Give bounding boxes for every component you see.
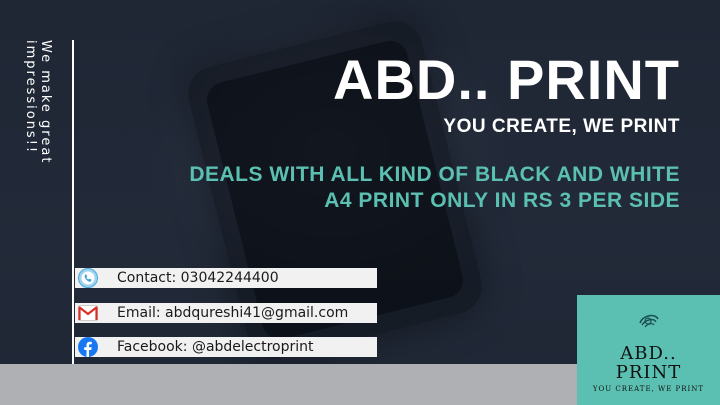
contact-facebook-text: Facebook: @abdelectroprint	[117, 339, 314, 355]
flyer: We make great impressions!! ABD.. PRINT …	[0, 0, 720, 405]
contact-email-text: Email: abdqureshi41@gmail.com	[117, 305, 349, 321]
phone-icon	[75, 268, 101, 288]
deal-line-1: DEALS WITH ALL KIND OF BLACK AND WHITE	[189, 163, 680, 186]
contact-phone-text: Contact: 03042244400	[117, 270, 279, 286]
deal-text: DEALS WITH ALL KIND OF BLACK AND WHITE A…	[189, 162, 680, 214]
vertical-tagline: We make great impressions!!	[23, 40, 53, 280]
contact-row-phone: Contact: 03042244400	[75, 268, 377, 288]
contact-row-facebook: Facebook: @abdelectroprint	[75, 337, 377, 357]
brand-title: ABD.. PRINT	[333, 48, 680, 111]
facebook-icon	[75, 337, 101, 357]
deal-line-2: A4 PRINT ONLY IN RS 3 PER SIDE	[324, 189, 680, 212]
gmail-icon	[75, 303, 101, 323]
contact-row-email: Email: abdqureshi41@gmail.com	[75, 303, 377, 323]
brand-tagline: YOU CREATE, WE PRINT	[443, 116, 680, 137]
logo-mark-icon	[637, 311, 661, 336]
logo-box: ABD.. PRINT YOU CREATE, WE PRINT	[577, 295, 720, 405]
divider-line	[72, 40, 74, 405]
vertical-tagline-text: We make great impressions!!	[23, 40, 53, 165]
logo-subtitle: YOU CREATE, WE PRINT	[592, 385, 705, 393]
logo-name: ABD.. PRINT	[615, 343, 682, 383]
